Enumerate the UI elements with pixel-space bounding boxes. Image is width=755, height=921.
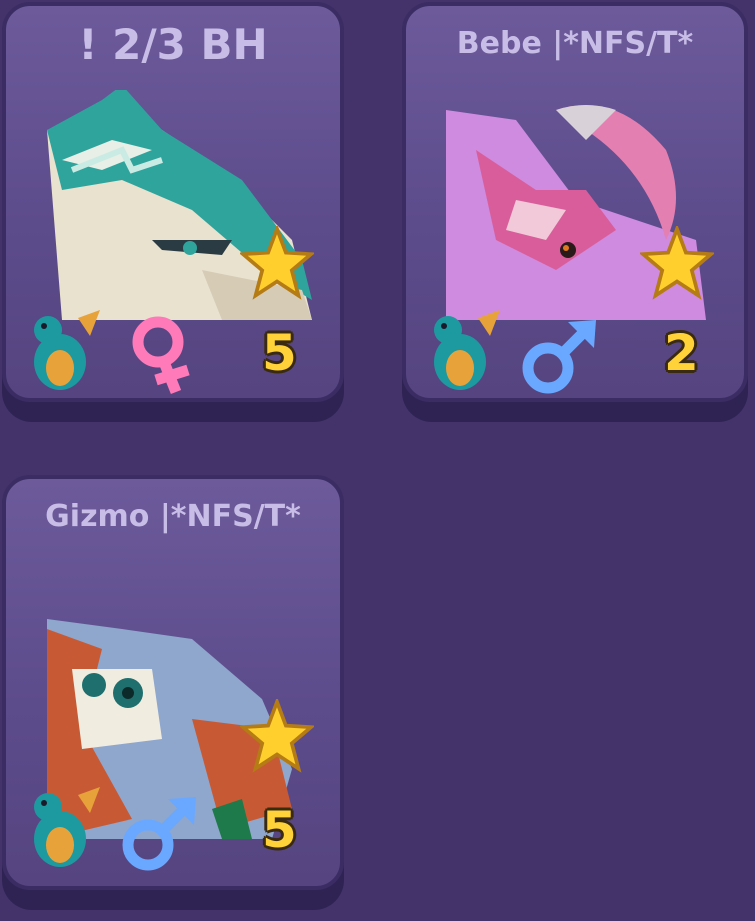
level-number: 5 <box>262 801 297 859</box>
star-icon <box>640 226 714 300</box>
pet-card[interactable]: Bebe |*NFS/T* 2 <box>402 2 748 422</box>
male-symbol-icon <box>522 320 596 394</box>
dragon-icon <box>434 310 500 390</box>
female-symbol-icon <box>132 316 190 395</box>
pet-card[interactable]: Gizmo |*NFS/T* 5 <box>2 475 344 910</box>
pet-card[interactable]: ! 2/3 BH 5 <box>2 2 344 422</box>
male-symbol-icon <box>122 797 196 871</box>
dragon-icon <box>34 787 100 867</box>
star-icon <box>240 699 314 773</box>
pet-name: Bebe |*NFS/T* <box>456 26 694 61</box>
pet-name: ! 2/3 BH <box>78 20 268 69</box>
star-icon <box>240 226 314 300</box>
dragon-icon <box>34 310 100 390</box>
level-number: 2 <box>664 324 699 382</box>
pet-name: Gizmo |*NFS/T* <box>45 499 301 534</box>
level-number: 5 <box>262 324 297 382</box>
